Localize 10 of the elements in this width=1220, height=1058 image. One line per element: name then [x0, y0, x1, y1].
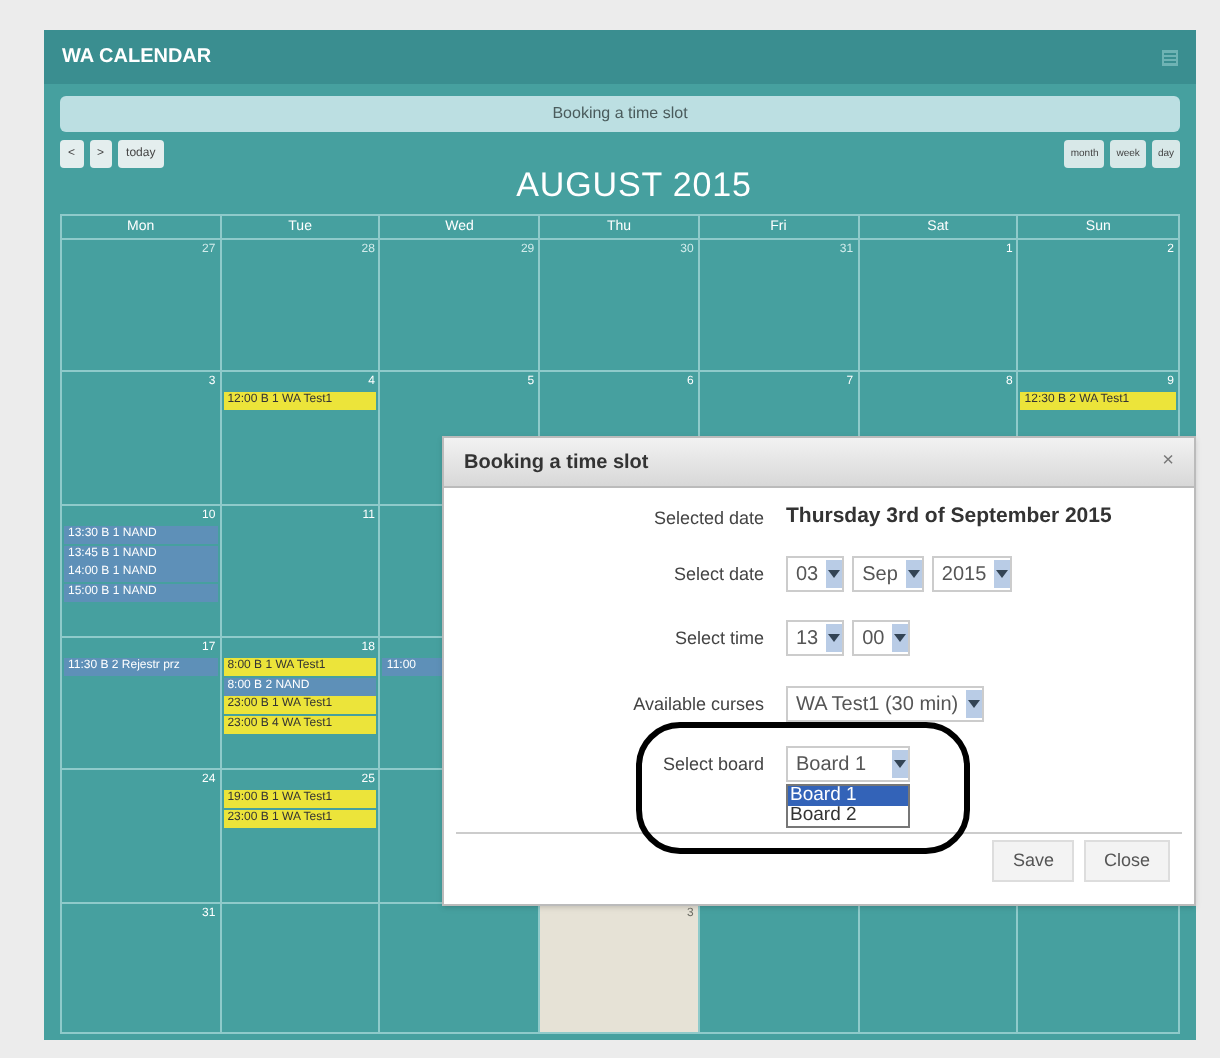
dialog-title: Booking a time slot — [464, 449, 649, 477]
field-label: Select date — [671, 562, 766, 588]
field-label: Selected date — [651, 506, 766, 532]
field-label: Select time — [672, 626, 766, 652]
info-bar: Booking a time slot — [60, 96, 1180, 132]
window-title: WA CALENDAR — [62, 44, 212, 72]
field-label: Select board — [660, 752, 766, 778]
field-label: Available curses — [631, 692, 766, 718]
selected-date-value: Thursday 3rd of September 2015 — [786, 502, 1112, 532]
month-title: AUGUST 2015 — [516, 164, 752, 208]
